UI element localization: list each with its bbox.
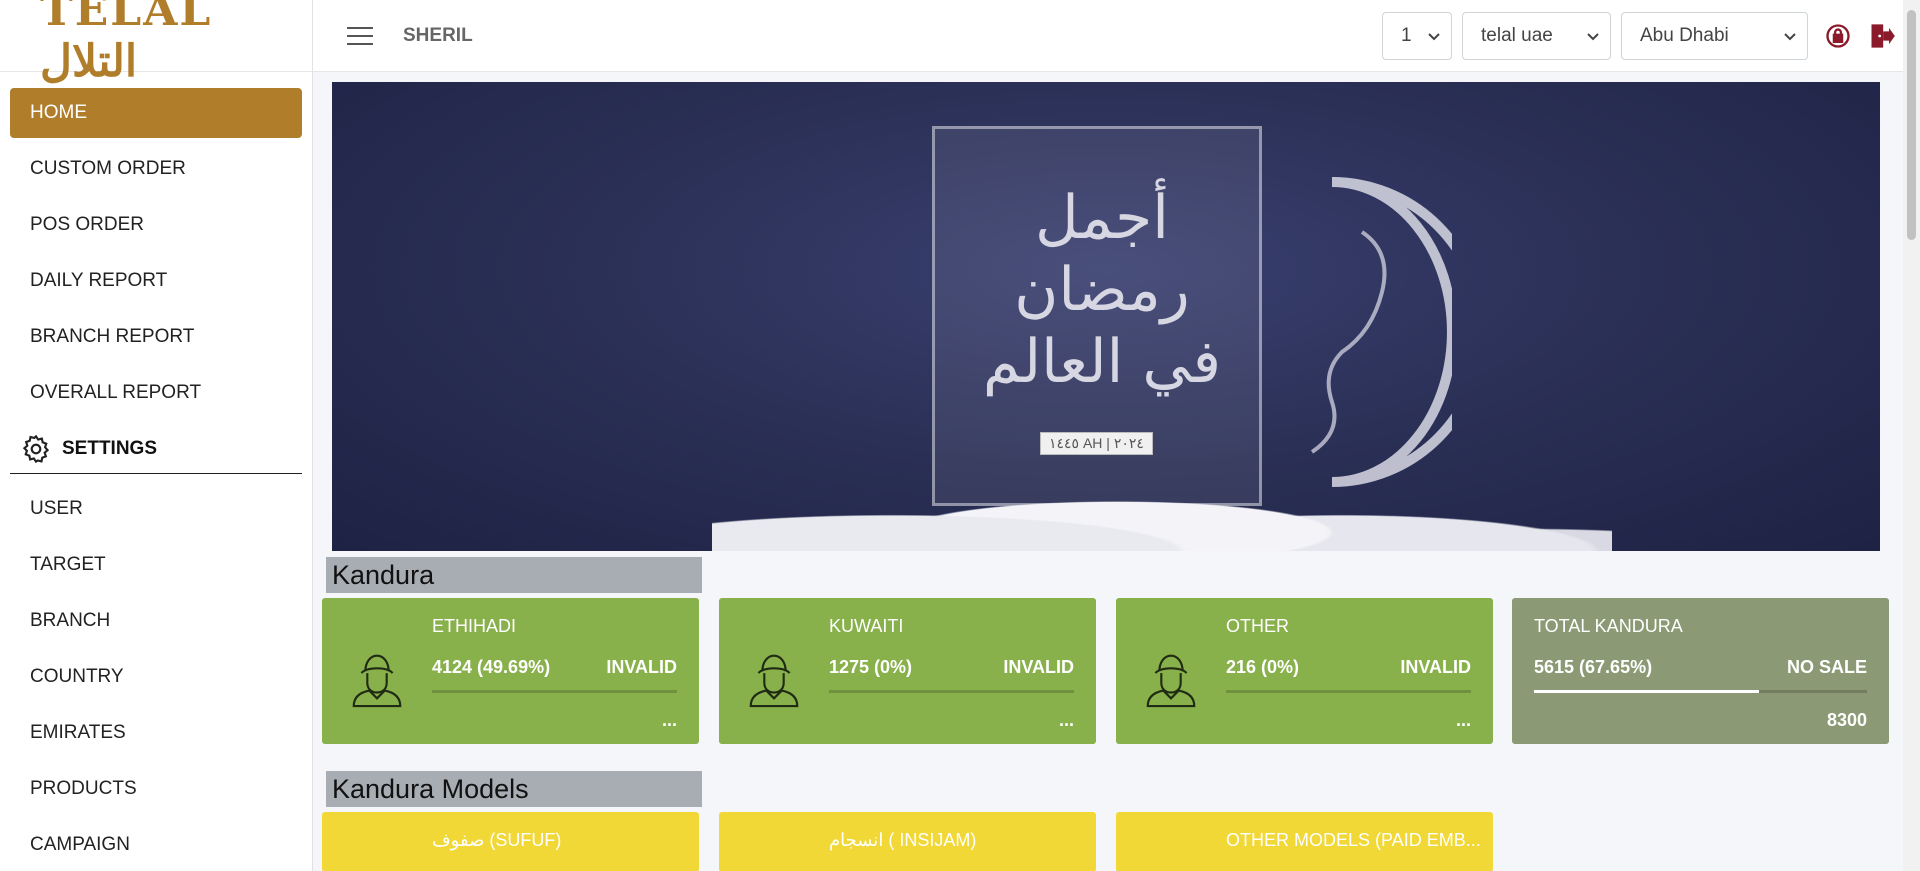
company-select-value: 1	[1401, 25, 1412, 46]
model-card-insijam[interactable]: انسجام ( INSIJAM)	[719, 812, 1096, 871]
card-status: INVALID	[1003, 657, 1074, 677]
card-name: TOTAL KANDURA	[1534, 616, 1683, 636]
region-select[interactable]: telal uae	[1462, 12, 1611, 60]
card-more-link[interactable]: ...	[1059, 710, 1074, 731]
card-status: NO SALE	[1786, 657, 1867, 677]
sidebar-nav: HOME CUSTOM ORDER POS ORDER DAILY REPORT…	[0, 72, 312, 870]
branch-select-value: Abu Dhabi	[1640, 25, 1729, 46]
card-status: INVALID	[1400, 657, 1471, 677]
crescent-moon-icon	[1310, 177, 1452, 487]
card-name: انسجام ( INSIJAM)	[829, 830, 977, 850]
arab-man-icon	[749, 654, 799, 708]
card-more-link[interactable]: ...	[662, 710, 677, 731]
top-bar-controls: 1 telal uae Abu Dhabi	[1382, 12, 1896, 60]
card-total-target: 8300	[1826, 710, 1867, 730]
card-value: 4124 (49.69%)	[432, 657, 551, 677]
gear-icon	[22, 434, 50, 463]
brand-logo[interactable]: TELAL التلال	[0, 0, 312, 87]
branch-select[interactable]: Abu Dhabi	[1621, 12, 1808, 60]
arab-man-icon	[1146, 654, 1196, 708]
card-value: 1275 (0%)	[829, 657, 913, 677]
scrollbar-thumb[interactable]	[1907, 10, 1916, 240]
kandura-card-other[interactable]: OTHER 216 (0%) INVALID ...	[1116, 598, 1493, 744]
sidebar-item-custom-order[interactable]: CUSTOM ORDER	[10, 144, 302, 194]
sidebar: TELAL التلال HOME CUSTOM ORDER POS ORDER…	[0, 0, 313, 871]
user-name: SHERIL	[403, 24, 473, 46]
card-name: OTHER MODELS (PAID EMB...	[1226, 830, 1481, 850]
card-progress-bar	[829, 690, 1074, 693]
page-scrollbar[interactable]	[1903, 0, 1920, 871]
banner-arabic-text: أجمل رمضان في العالم	[982, 183, 1222, 397]
logout-icon[interactable]	[1868, 22, 1896, 50]
card-value: 216 (0%)	[1226, 657, 1300, 677]
region-select-value: telal uae	[1481, 25, 1553, 46]
lock-reset-icon[interactable]	[1824, 22, 1852, 50]
sidebar-item-user[interactable]: USER	[10, 484, 302, 534]
banner-clouds	[712, 461, 1612, 551]
sidebar-item-products[interactable]: PRODUCTS	[10, 764, 302, 814]
company-select[interactable]: 1	[1382, 12, 1452, 60]
settings-label: SETTINGS	[62, 437, 158, 459]
card-progress-bar	[1534, 690, 1867, 693]
sidebar-item-campaign[interactable]: CAMPAIGN	[10, 820, 302, 870]
sidebar-item-branch-report[interactable]: BRANCH REPORT	[10, 312, 302, 362]
top-bar: SHERIL 1 telal uae Abu Dhabi	[313, 0, 1920, 72]
sidebar-item-overall-report[interactable]: OVERALL REPORT	[10, 368, 302, 418]
arab-man-icon	[352, 654, 402, 708]
banner-date-tag: ١٤٤٥ AH | ٢٠٢٤	[1040, 432, 1153, 455]
ramadan-banner: أجمل رمضان في العالم ١٤٤٥ AH | ٢٠٢٤	[332, 82, 1880, 551]
card-name: ETHIHADI	[432, 616, 517, 636]
card-progress-fill	[1534, 690, 1760, 693]
card-more-link[interactable]: ...	[1456, 710, 1471, 731]
card-name: صفوف (SUFUF)	[432, 830, 562, 850]
sidebar-item-daily-report[interactable]: DAILY REPORT	[10, 256, 302, 306]
sidebar-item-home[interactable]: HOME	[10, 88, 302, 138]
sidebar-item-emirates[interactable]: EMIRATES	[10, 708, 302, 758]
card-status: INVALID	[606, 657, 677, 677]
kandura-card-total[interactable]: TOTAL KANDURA 5615 (67.65%) NO SALE 8300	[1512, 598, 1889, 744]
kandura-models-section-title: Kandura Models	[326, 771, 702, 807]
card-name: KUWAITI	[829, 616, 904, 636]
card-name: OTHER	[1226, 616, 1289, 636]
sidebar-item-branch[interactable]: BRANCH	[10, 596, 302, 646]
chevron-down-icon	[1784, 33, 1796, 41]
sidebar-item-target[interactable]: TARGET	[10, 540, 302, 590]
kandura-card-kuwaiti[interactable]: KUWAITI 1275 (0%) INVALID ...	[719, 598, 1096, 744]
logo-text: TELAL التلال	[40, 0, 213, 87]
card-progress-bar	[432, 690, 677, 693]
model-card-other-models[interactable]: OTHER MODELS (PAID EMB...	[1116, 812, 1493, 871]
sidebar-item-country[interactable]: COUNTRY	[10, 652, 302, 702]
kandura-section-title: Kandura	[326, 557, 702, 593]
kandura-card-ethihadi[interactable]: ETHIHADI 4124 (49.69%) INVALID ...	[322, 598, 699, 744]
sidebar-item-pos-order[interactable]: POS ORDER	[10, 200, 302, 250]
chevron-down-icon	[1428, 33, 1440, 41]
hamburger-menu-icon[interactable]	[347, 21, 373, 51]
settings-section-header[interactable]: SETTINGS	[10, 424, 302, 474]
card-value: 5615 (67.65%)	[1534, 657, 1653, 677]
card-progress-bar	[1226, 690, 1471, 693]
chevron-down-icon	[1587, 33, 1599, 41]
model-card-sufuf[interactable]: صفوف (SUFUF)	[322, 812, 699, 871]
